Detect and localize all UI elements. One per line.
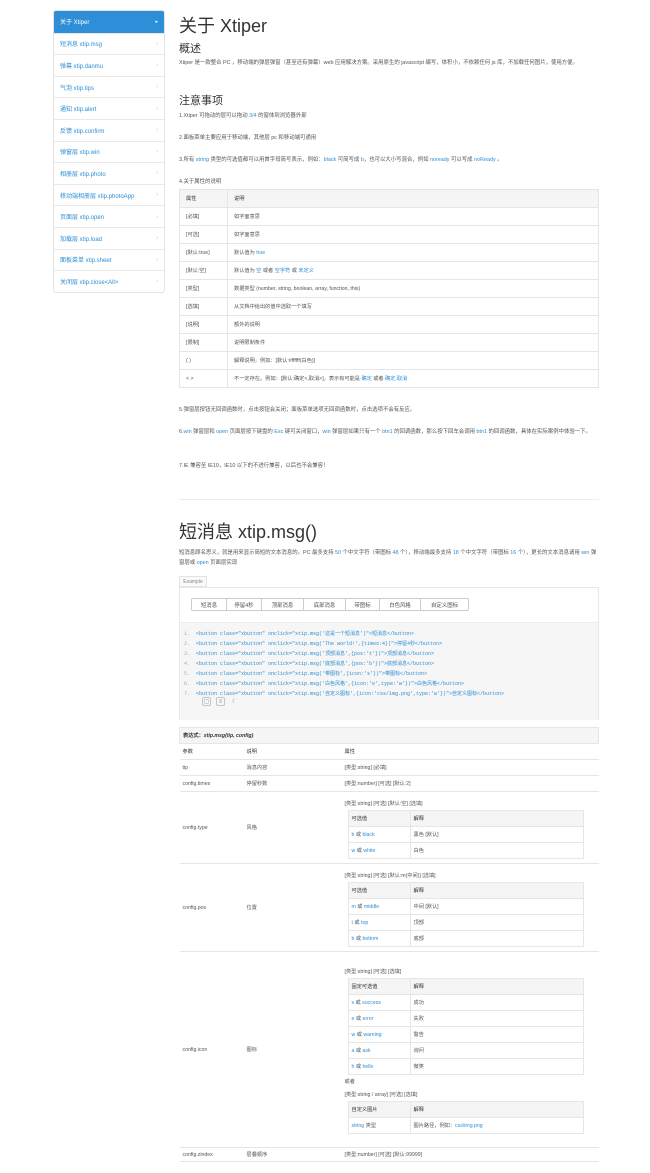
chevron-right-icon: › [156,62,158,69]
chevron-right-icon: › [156,278,158,285]
sidebar-item-about[interactable]: 关于 Xtiper ▸ [54,11,164,33]
table-row: tip 消息内容 [类型:string] [必填] [179,759,599,776]
demo-button-group: 短消息 停留4秒 顶部消息 底部消息 带图标 白色风格 自定义图标 [191,598,469,611]
chevron-right-icon: › [156,235,158,242]
params-table: 表达式：xtip.msg(tip, config) 参数 说明 属性 tip 消息内容… [179,727,599,1162]
page-title: 关于 Xtiper [179,16,268,36]
table-header: 属性 说明 [179,189,599,208]
sidebar-item-photo[interactable]: 相册层 xtip.photo › [54,162,164,184]
msg-title: 短消息 xtip.msg() [179,522,318,542]
theme-icon[interactable]: ☾ [230,697,239,706]
demo-white-button[interactable]: 白色风格 [380,598,421,611]
props-table: 属性 说明 [必填] 如字面意思 [可选] 如字面意思 [默认:true] 默认值为 t… [179,189,599,388]
note-7: 7.IE 兼容至 IE10，IE10 以下的不进行兼容，以后也不会兼容！ [179,463,329,469]
sidebar-nav: 关于 Xtiper ▸ 短消息 xtip.msg › 弹幕 xtip.danmu › … [53,10,165,293]
table-row: config.zindex 层叠顺序 [类型:number] [可选] [默认:99… [179,1147,599,1162]
expand-icon[interactable]: ≡ [216,697,225,706]
code-line: 5. <button class="xbutton" onclick="xtip.… [183,671,428,677]
code-toolbar: ▢ ≡ ☾ [202,697,239,706]
note-2: 2.面板菜单主要应用于移动端，其他层 pc 和移动端可通用 [179,135,317,141]
sidebar-item-msg[interactable]: 短消息 xtip.msg › [54,32,164,55]
demo-top-button[interactable]: 顶部消息 [262,598,304,611]
table-row: [限制] 说明限制条件 [179,333,599,352]
chevron-right-icon: ▸ [155,18,158,25]
sidebar-item-load[interactable]: 加载层 xtip.load › [54,226,164,249]
type-options-table: 可选值 解释 b 或 black 黑色 [默认] w 或 white 白色 [347,809,584,859]
chevron-right-icon: › [156,127,158,134]
table-row: config.pos 位置 [类型:string] [可选] [默认:m(中间)]… [179,863,599,952]
sidebar-item-close[interactable]: 关闭层 xtip.close<All> › [54,270,164,292]
table-row: [必填] 如字面意思 [179,207,599,226]
chevron-right-icon: › [156,256,158,263]
icon-custom-table: 自定义图片 解释 string 类型 图片路径，例如：css/img.png [347,1101,584,1134]
table-row: [类型] 数据类型 (number, string, boolean, array… [179,279,599,298]
sidebar-item-open[interactable]: 页面层 xtip.open › [54,205,164,227]
sidebar-item-win[interactable]: 弹窗层 xtip.win › [54,140,164,163]
chevron-right-icon: › [156,105,158,112]
table-row: ( ) 解释说明，例如：[默认:#ffffff(白色)] [179,351,599,370]
copy-icon[interactable]: ▢ [202,697,211,706]
chevron-right-icon: › [156,213,158,220]
note-5: 5.弹窗层按钮无回调函数时，点击按钮会关闭；面板菜单选项无回调函数时，点击选项不… [179,407,416,413]
sidebar-item-photoapp[interactable]: 移动端相册层 xtip.photoApp › [54,183,164,206]
demo-times-button[interactable]: 停留4秒 [227,598,262,611]
demo-custom-icon-button[interactable]: 自定义图标 [421,598,469,611]
table-row: [可选] 如字面意思 [179,225,599,244]
chevron-right-icon: › [156,148,158,155]
code-block: 1. <button class="xbutton" onclick="xtip.… [180,622,598,720]
table-row: config.times 停留秒数 [类型:number] [可选] [默认:2] [179,775,599,792]
code-line: 3. <button class="xbutton" onclick="xtip.… [183,651,435,657]
demo-msg-button[interactable]: 短消息 [191,598,227,611]
note-3: 3.所有 string 类型的可选值都可以用首字母简写表示，例如：black 可… [179,157,503,163]
table-row: < > 不一定存在。例如：[默认:确定<,取消>]，表示有可能是 确定 或者 确定… [179,369,599,388]
table-row: config.type 风格 [类型:string] [可选] [默认:空] [选… [179,791,599,864]
table-row: config.icon 图标 [类型:string] [可选] [选填] 固定可选… [179,951,599,1148]
msg-description: 短消息顾名思义，就是用来显示简短的文本消息的。PC 最多支持 50 个中文字符（… [179,550,597,566]
pos-options-table: 可选值 解释 m 或 middle 中间 [默认] t 或 top 顶部 b 或 bo… [347,881,584,947]
param-header-row: 参数 说明 属性 [179,743,599,760]
example-label: Example [179,576,207,587]
demo-icon-button[interactable]: 带图标 [346,598,380,611]
chevron-right-icon: › [156,192,158,199]
sidebar-item-confirm[interactable]: 反馈 xtip.confirm › [54,118,164,141]
code-line: 4. <button class="xbutton" onclick="xtip.… [183,661,435,667]
sidebar-item-alert[interactable]: 通知 xtip.alert › [54,97,164,119]
expression-row: 表达式：xtip.msg(tip, config) [179,727,599,744]
sidebar-item-sheet[interactable]: 面板菜单 xtip.sheet › [54,248,164,271]
note-1: 1.Xtiper 可拖动的层可以拖动 3/4 的窗体到浏览器外部 [179,113,307,119]
chevron-right-icon: › [156,170,158,177]
overview-heading: 概述 [179,43,201,55]
chevron-right-icon: › [156,84,158,91]
section-divider [179,499,599,500]
icon-options-table: 固定可选值 解释 s 或 success 成功 e 或 error 失败 w 或 wa… [347,978,584,1075]
note-6: 6.win 弹窗层和 open 页面层按下键盘的 Esc 键可关闭窗口，win … [179,429,591,435]
sidebar-item-danmu[interactable]: 弹幕 xtip.danmu › [54,54,164,76]
note-4: 4.关于属性的说明 [179,179,222,185]
table-row: [说明] 额外的说明 [179,315,599,334]
code-line: 6. <button class="xbutton" onclick="xtip.… [183,681,465,687]
overview-text: Xtiper 是一款整合 PC ，移动端的弹层弹窗（甚至还有弹幕）web 应用解… [179,60,578,66]
notes-heading: 注意事项 [179,95,223,107]
code-line: 2. <button class="xbutton" onclick="xtip.… [183,641,443,647]
table-row: [选填] 从文档中给出的值中选取一个填写 [179,297,599,316]
code-line: 7. <button class="xbutton" onclick="xtip.… [183,691,505,697]
chevron-right-icon: › [156,40,158,47]
example-box: 短消息 停留4秒 顶部消息 底部消息 带图标 白色风格 自定义图标 1. <but… [179,587,599,720]
sidebar-item-tips[interactable]: 气泡 xtip.tips › [54,75,164,98]
table-row: [默认:空] 默认值为 空 或者 空字符 或 未定义 [179,261,599,280]
demo-bottom-button[interactable]: 底部消息 [304,598,346,611]
table-row: [默认:true] 默认值为 true [179,243,599,262]
code-line: 1. <button class="xbutton" onclick="xtip.… [183,631,415,637]
